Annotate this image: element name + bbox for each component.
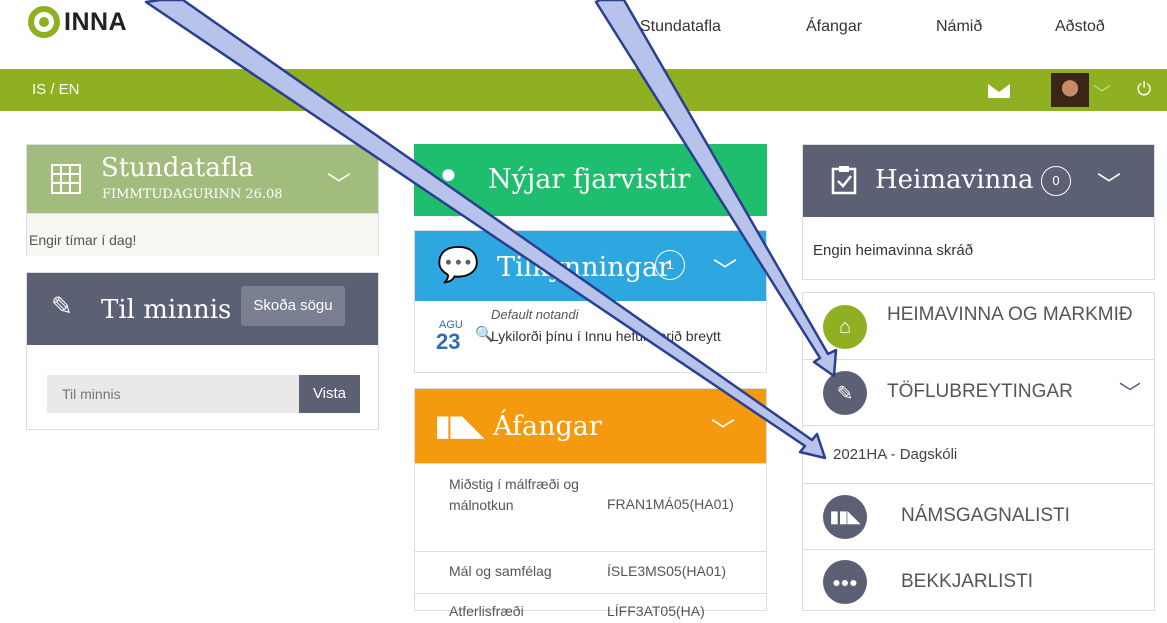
course-name: Miðstig í málfræði og málnotkun	[449, 476, 579, 513]
course-row[interactable]: Atferlisfræði LÍFF3AT05(HA)	[415, 593, 766, 623]
course-code: FRAN1MÁ05(HA01)	[607, 496, 734, 512]
power-icon[interactable]: ⏻	[1137, 79, 1151, 100]
fjarvistir-card[interactable]: ● Nýjar fjarvistir	[414, 144, 767, 216]
stundatafla-empty: Engir tímar í dag!	[29, 232, 137, 248]
nav-adstod[interactable]: Aðstoð	[1055, 18, 1105, 36]
logo-icon	[28, 6, 60, 38]
minnis-title: Til minnis	[101, 295, 232, 325]
nav-stundatafla[interactable]: Stundatafla	[640, 18, 721, 36]
tilkynningar-title: Tilkynningar	[497, 252, 671, 283]
link-breytingar[interactable]: ✎ TÖFLUBREYTINGAR ﹀	[803, 359, 1154, 425]
afangar-title: Áfangar	[493, 411, 602, 442]
person-icon: ●	[440, 158, 457, 189]
notification-text: Lykilorði þínu í Innu hefur verið breytt	[491, 328, 721, 344]
afangar-card: ▮▮◣ Áfangar ﹀ Miðstig í málfræði og máln…	[414, 388, 767, 619]
nav-namid[interactable]: Námið	[936, 18, 982, 36]
avatar[interactable]	[1051, 73, 1089, 107]
link-dagskoli[interactable]: 2021HA - Dagskóli	[803, 425, 1154, 483]
toolbar: IS / EN ﹀ ⏻	[0, 69, 1167, 111]
pencil-icon: ✎	[51, 291, 73, 321]
stundatafla-title: Stundatafla	[101, 153, 254, 183]
heimavinna-header[interactable]: Heimavinna 0 ﹀	[803, 145, 1154, 217]
notification-author: Default notandi	[491, 307, 579, 322]
link-markmid-label: HEIMAVINNA OG MARKMIÐ	[887, 304, 1133, 325]
stundatafla-card: Stundatafla FIMMTUDAGURINN 26.08 ﹀ Engir…	[26, 144, 379, 256]
books-icon: ▮▮◣	[823, 495, 867, 539]
nav-afangar[interactable]: Áfangar	[806, 18, 862, 36]
heimavinna-title: Heimavinna	[875, 165, 1034, 195]
top-header: INNA Stundatafla Áfangar Námið Aðstoð	[0, 0, 1167, 68]
notification-count-badge: 1	[655, 250, 685, 280]
group-icon: ●●●	[823, 560, 867, 604]
stundatafla-date: FIMMTUDAGURINN 26.08	[102, 187, 283, 202]
mail-icon[interactable]	[988, 84, 1010, 98]
course-code: ÍSLE3MS05(HA01)	[607, 563, 727, 579]
logo-text: INNA	[64, 7, 128, 36]
books-icon: ▮▮◣	[435, 410, 483, 441]
chevron-down-icon[interactable]: ﹀	[711, 411, 735, 446]
chevron-down-icon[interactable]: ﹀	[327, 165, 351, 200]
chevron-down-icon[interactable]: ﹀	[1097, 165, 1121, 200]
calendar-grid-icon	[51, 164, 81, 194]
minnis-card: ✎ Til minnis Skoða sögu Vista	[26, 272, 379, 430]
notification-item[interactable]: AGU 23 Default notandi 🔍 Lykilorði þínu …	[415, 301, 766, 373]
minnis-header: ✎ Til minnis Skoða sögu	[27, 273, 378, 345]
link-dagskoli-label: 2021HA - Dagskóli	[833, 446, 958, 463]
inna-logo[interactable]: INNA	[28, 6, 127, 38]
save-button[interactable]: Vista	[299, 375, 360, 413]
link-bekkur[interactable]: ●●● BEKKJARLISTI	[803, 549, 1154, 612]
history-button[interactable]: Skoða sögu	[241, 286, 345, 326]
course-row[interactable]: Miðstig í málfræði og málnotkun FRAN1MÁ0…	[415, 463, 766, 551]
clipboard-check-icon	[831, 166, 857, 195]
heimavinna-empty: Engin heimavinna skráð	[813, 242, 974, 259]
course-name: Mál og samfélag	[449, 563, 552, 579]
link-bekkur-label: BEKKJARLISTI	[901, 571, 1033, 592]
homework-count-badge: 0	[1041, 166, 1071, 196]
tilkynningar-header[interactable]: 💬 Tilkynningar 1 ﹀	[415, 231, 766, 301]
afangar-header[interactable]: ▮▮◣ Áfangar ﹀	[415, 389, 766, 463]
tilkynningar-card: 💬 Tilkynningar 1 ﹀ AGU 23 Default notand…	[414, 230, 767, 373]
link-namsgogn-label: NÁMSGAGNALISTI	[901, 505, 1070, 526]
course-code: LÍFF3AT05(HA)	[607, 603, 705, 619]
notification-day: 23	[436, 329, 461, 354]
fjarvistir-title: Nýjar fjarvistir	[488, 164, 691, 195]
stundatafla-header[interactable]: Stundatafla FIMMTUDAGURINN 26.08 ﹀	[27, 145, 378, 213]
speech-bubbles-icon: 💬	[437, 246, 480, 284]
link-namsgogn[interactable]: ▮▮◣ NÁMSGAGNALISTI	[803, 483, 1154, 549]
link-list: ⌂ HEIMAVINNA OG MARKMIÐ ✎ TÖFLUBREYTINGA…	[802, 292, 1155, 611]
link-markmid[interactable]: ⌂ HEIMAVINNA OG MARKMIÐ	[803, 293, 1154, 359]
chevron-down-icon[interactable]: ﹀	[713, 251, 737, 286]
home-icon: ⌂	[823, 305, 867, 349]
pencil-icon: ✎	[823, 371, 867, 415]
stundatafla-body: Engir tímar í dag!	[27, 213, 378, 256]
minnis-input[interactable]	[47, 375, 299, 413]
heimavinna-card: Heimavinna 0 ﹀ Engin heimavinna skráð	[802, 144, 1155, 280]
chevron-down-icon[interactable]: ﹀	[1093, 80, 1111, 106]
course-row[interactable]: Mál og samfélag ÍSLE3MS05(HA01)	[415, 551, 766, 593]
chevron-down-icon[interactable]: ﹀	[1119, 376, 1141, 408]
link-breytingar-label: TÖFLUBREYTINGAR	[887, 381, 1073, 402]
course-name: Atferlisfræði	[449, 603, 524, 619]
language-switch[interactable]: IS / EN	[32, 81, 80, 98]
